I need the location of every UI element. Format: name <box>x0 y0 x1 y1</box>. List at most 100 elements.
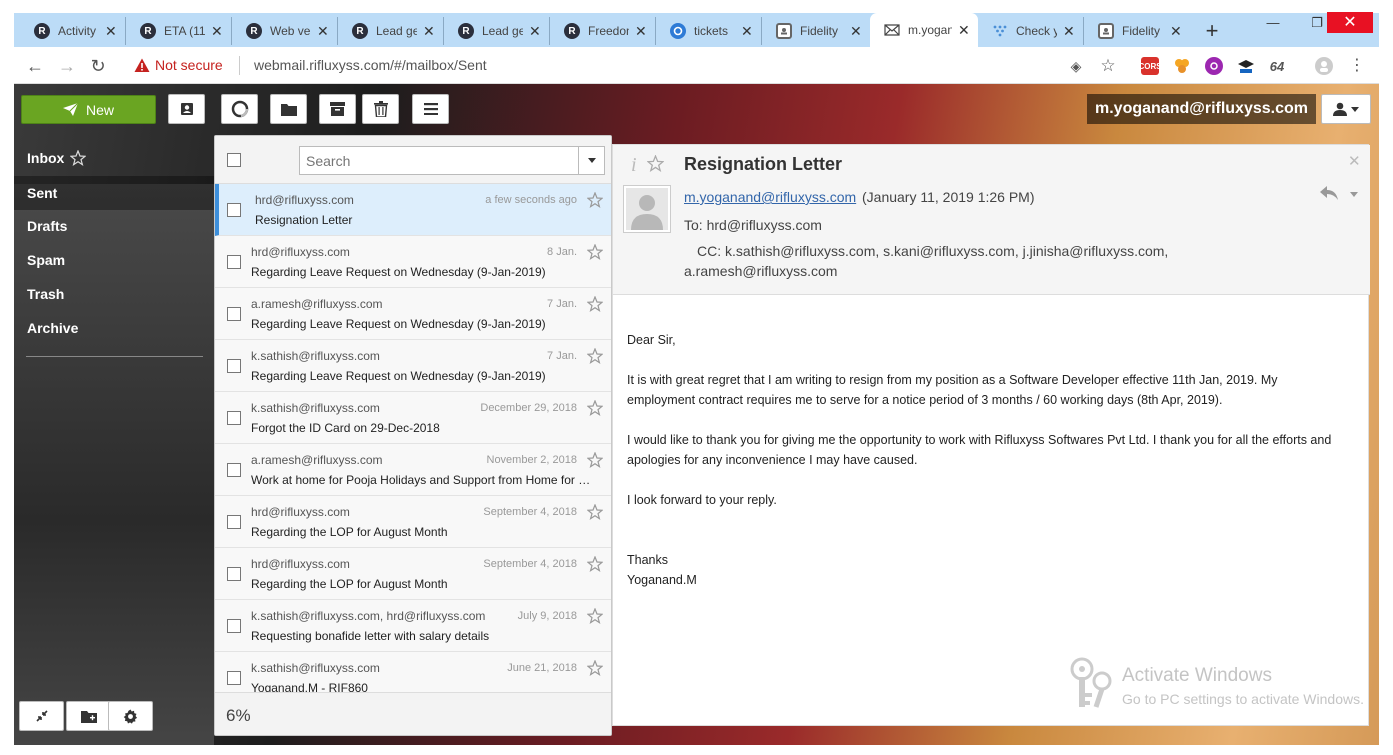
message-row[interactable]: a.ramesh@rifluxyss.com November 2, 2018 Wo… <box>215 444 611 496</box>
folder-sent[interactable]: Sent <box>14 176 214 210</box>
close-icon[interactable]: ✕ <box>1063 23 1075 40</box>
message-row[interactable]: a.ramesh@rifluxyss.com 7 Jan. Regarding Le… <box>215 288 611 340</box>
close-icon[interactable]: ✕ <box>317 23 329 40</box>
collapse-button[interactable] <box>19 701 64 731</box>
graduation-extension-icon[interactable] <box>1237 57 1255 75</box>
tab-check[interactable]: Check y ✕ <box>978 17 1084 45</box>
message-checkbox[interactable] <box>227 307 241 321</box>
bee-extension-icon[interactable] <box>1173 57 1191 75</box>
message-row[interactable]: k.sathish@rifluxyss.com, hrd@rifluxyss.c… <box>215 600 611 652</box>
message-row[interactable]: hrd@rifluxyss.com September 4, 2018 Regard… <box>215 496 611 548</box>
body-paragraph-1: It is with great regret that I am writin… <box>627 373 1278 407</box>
folder-trash[interactable]: Trash <box>27 286 64 302</box>
url-divider <box>239 56 240 75</box>
tab-freedom[interactable]: R Freedon ✕ <box>550 17 656 45</box>
sender-link[interactable]: m.yoganand@rifluxyss.com <box>684 189 856 205</box>
add-folder-button[interactable] <box>66 701 111 731</box>
address-bar[interactable]: webmail.rifluxyss.com/#/mailbox/Sent <box>254 57 487 73</box>
maximize-icon[interactable]: ❐ <box>1306 12 1328 34</box>
star-icon[interactable] <box>587 296 603 312</box>
close-icon[interactable]: ✕ <box>1170 23 1182 40</box>
close-icon[interactable]: ✕ <box>529 23 541 40</box>
not-secure-label[interactable]: Not secure <box>155 57 223 73</box>
message-checkbox[interactable] <box>227 671 241 685</box>
star-icon[interactable] <box>587 452 603 468</box>
base64-extension-icon[interactable]: 64 <box>1268 57 1286 75</box>
message-row[interactable]: k.sathish@rifluxyss.com 7 Jan. Regarding L… <box>215 340 611 392</box>
message-row[interactable]: hrd@rifluxyss.com 8 Jan. Regarding Leave R… <box>215 236 611 288</box>
tab-web[interactable]: R Web ve ✕ <box>232 17 338 45</box>
message-checkbox[interactable] <box>227 567 241 581</box>
folder-spam[interactable]: Spam <box>27 252 65 268</box>
tab-fidelity-1[interactable]: Fidelity ✕ <box>762 17 870 45</box>
window-close-button[interactable]: ✕ <box>1327 12 1373 33</box>
cors-extension-icon[interactable]: CORS <box>1138 57 1162 75</box>
star-icon[interactable] <box>587 192 603 208</box>
star-icon[interactable] <box>587 608 603 624</box>
message-checkbox[interactable] <box>227 255 241 269</box>
message-checkbox[interactable] <box>227 463 241 477</box>
close-icon[interactable]: ✕ <box>105 23 117 40</box>
tab-activity[interactable]: R Activity ✕ <box>20 17 126 45</box>
message-row[interactable]: hrd@rifluxyss.com a few seconds ago Resign… <box>215 184 611 236</box>
message-checkbox[interactable] <box>227 411 241 425</box>
close-icon[interactable]: ✕ <box>958 22 970 39</box>
close-icon[interactable]: ✕ <box>741 23 753 40</box>
info-icon[interactable]: i <box>631 154 637 177</box>
tab-tickets[interactable]: tickets ✕ <box>656 17 762 45</box>
more-actions-button[interactable] <box>412 94 449 124</box>
tab-eta[interactable]: R ETA (11 ✕ <box>126 17 232 45</box>
back-icon[interactable]: ← <box>24 55 46 77</box>
purple-extension-icon[interactable] <box>1205 57 1223 75</box>
bookmark-star-icon[interactable]: ☆ <box>1097 55 1119 77</box>
reply-icon[interactable] <box>1320 186 1338 200</box>
star-icon[interactable] <box>587 348 603 364</box>
star-icon[interactable] <box>70 150 87 166</box>
extension-diamond-icon[interactable]: ◈ <box>1065 55 1087 77</box>
tab-fidelity-2[interactable]: Fidelity ✕ <box>1084 17 1190 45</box>
contacts-button[interactable] <box>168 94 205 124</box>
forward-icon[interactable]: → <box>56 55 78 77</box>
caret-down-icon[interactable] <box>1350 192 1358 197</box>
new-tab-button[interactable]: + <box>1200 18 1224 44</box>
tab-lead-1[interactable]: R Lead ge ✕ <box>338 17 444 45</box>
delete-button[interactable] <box>362 94 399 124</box>
message-row[interactable]: k.sathish@rifluxyss.com December 29, 2018… <box>215 392 611 444</box>
reload-icon[interactable]: ↻ <box>87 55 109 77</box>
close-icon[interactable]: ✕ <box>635 23 647 40</box>
star-icon[interactable] <box>587 244 603 260</box>
search-options-button[interactable] <box>579 146 605 175</box>
star-icon[interactable] <box>587 556 603 572</box>
message-checkbox[interactable] <box>227 619 241 633</box>
star-icon[interactable] <box>587 400 603 416</box>
close-icon[interactable]: ✕ <box>850 23 862 40</box>
menu-kebab-icon[interactable]: ⋮ <box>1346 55 1368 77</box>
profile-avatar-icon[interactable] <box>1315 57 1333 75</box>
folder-drafts[interactable]: Drafts <box>27 218 67 234</box>
message-row[interactable]: hrd@rifluxyss.com September 4, 2018 Regard… <box>215 548 611 600</box>
star-icon[interactable] <box>647 155 664 172</box>
close-message-icon[interactable]: ✕ <box>1348 152 1361 170</box>
folder-archive[interactable]: Archive <box>27 320 78 336</box>
star-icon[interactable] <box>587 660 603 676</box>
minimize-icon[interactable]: — <box>1262 12 1284 34</box>
search-input[interactable] <box>299 146 579 175</box>
refresh-button[interactable] <box>221 94 258 124</box>
message-checkbox[interactable] <box>227 359 241 373</box>
account-menu-button[interactable] <box>1321 94 1371 124</box>
settings-button[interactable] <box>108 701 153 731</box>
message-checkbox[interactable] <box>227 515 241 529</box>
message-from: k.sathish@rifluxyss.com, hrd@rifluxyss.c… <box>251 609 486 623</box>
move-to-folder-button[interactable] <box>270 94 307 124</box>
archive-button[interactable] <box>319 94 356 124</box>
tab-lead-2[interactable]: R Lead ge ✕ <box>444 17 550 45</box>
close-icon[interactable]: ✕ <box>211 23 223 40</box>
select-all-checkbox[interactable] <box>227 153 241 167</box>
folder-inbox[interactable]: Inbox <box>27 150 87 166</box>
star-icon[interactable] <box>587 504 603 520</box>
folder-label: Spam <box>27 252 66 268</box>
message-checkbox[interactable] <box>227 203 241 217</box>
tab-webmail[interactable]: m.yogan ✕ <box>870 13 978 47</box>
close-icon[interactable]: ✕ <box>423 23 435 40</box>
new-message-button[interactable]: New <box>21 95 156 124</box>
